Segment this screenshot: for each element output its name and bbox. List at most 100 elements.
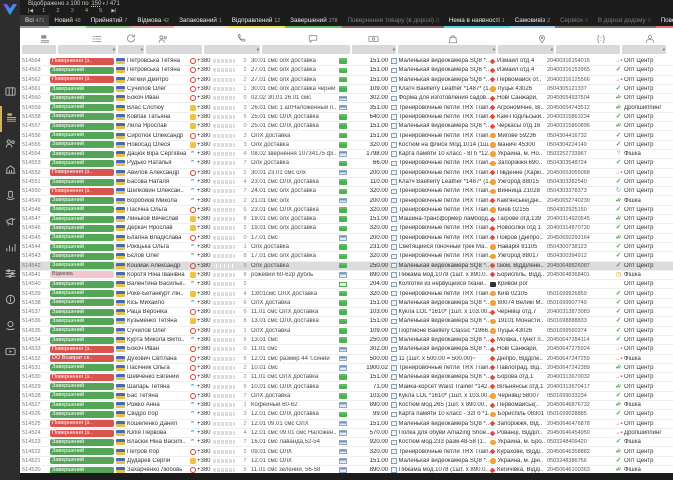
tab-3[interactable]: Прийнятий 7 [85,15,133,28]
tab-6[interactable]: Відправлений 12 [226,15,286,28]
table-row[interactable]: 514527 Завершений Рожко Анна * +380 1 Кофейный… [20,401,673,411]
sidebar-item-company[interactable] [0,158,20,184]
tab-9[interactable]: Нема в наявності 1 [443,15,510,28]
table-row[interactable]: 514546 Завершений Деркач Ярослав +380 2 19.01… [20,224,673,234]
table-row[interactable]: 514544 Завершений Рокіцька Ольга * +380 1 Олх … [20,243,673,253]
filter-input-delivery[interactable]: ▾ [498,45,554,54]
card-payment-icon [338,132,347,139]
table-row[interactable]: 514551 Завершений Басова Наталя * +380 4 23.01… [20,178,673,188]
tab-8[interactable]: Повернення товару (в дорозі) 0 [342,15,444,28]
filter-input-source[interactable]: ▾ [58,45,116,54]
client-name: Басова Наталя [127,179,170,185]
tab-1[interactable]: Всі 471 [20,15,50,28]
page-size-dropdown[interactable]: 150 [91,1,101,7]
table-row[interactable]: 514552 Повернення (з.. Авилов Александр +38… [20,169,673,178]
sidebar-item-finance[interactable] [0,314,20,340]
page-number-2[interactable]: 2 [56,8,59,15]
table-row[interactable]: 514557 Завершений Лила Ярослав +380 0 25.01 с… [20,122,673,132]
filter-dropdown-icon: ▾ [140,47,143,52]
table-row[interactable]: 514537 Завершений Раца Вероніка +380 6 11.01 … [20,308,673,318]
table-row[interactable]: 514535 Завершений Сучилов Олег +380 1 ОЛХ дос… [20,327,673,336]
filter-input-products[interactable]: ▾ [398,45,496,54]
table-row[interactable]: 514562 Повернення (з.. Легкий Дмитро +380 2 2… [20,76,673,85]
table-row[interactable]: 514536 Завершений Кузьменко Тетяна +380 8 13.… [20,317,673,327]
product-cell: Маленькая видеокамера SQ8 *.. [391,458,490,464]
table-row[interactable]: 514558 Завершений Ковпак Татьяна +380 5 25.01… [20,113,673,123]
sidebar-item-clients[interactable] [0,132,20,158]
page-number-5[interactable]: 5 [99,8,102,15]
table-row[interactable]: 514538 Завершений Кісь Михайло * +380 6 ОЛХ до… [20,299,673,309]
table-row[interactable]: 514559 Завершений Влас Слотюу +380 3 26.01 см… [20,103,673,113]
sidebar-item-orders[interactable] [0,106,20,132]
sidebar-item-marketing[interactable] [0,210,20,236]
tab-12[interactable]: В дорозі додому 0 [592,15,656,28]
table-row[interactable]: 514524 Повернення (з.. Юлія Первова * +380 4 1… [20,429,673,439]
table-row[interactable]: 514555 Завершений Новосад Олеся +380 3 Олх до… [20,141,673,150]
table-row[interactable]: 514529 Завершений Шапарь Тетяна * +380 9 10.01… [20,382,673,392]
delivery-cell: Ужгород 88017 [490,253,547,259]
table-row[interactable]: 514530 Повернення (з.. Шевченко Евгений +38… [20,373,673,383]
table-row[interactable]: 514533 Повернення (з.. Бокоч Иван +380 0 11.0… [20,345,673,355]
table-row[interactable]: 514523 Завершений Власюк Ніна Василі.. * +38… [20,438,673,448]
table-row[interactable]: 514532 DO Возврат ск.. Духович Світлана +38… [20,355,673,364]
table-row[interactable]: 514528 Завершений Бас Тетяна +380 7 ОЛХ доста… [20,392,673,401]
table-row[interactable]: 514525 Повернення (з.. Кошеленко Данил * +38… [20,420,673,429]
product-cell: Тренировочные петли TRX Train.. [391,170,490,176]
sidebar-item-dashboard[interactable] [0,80,20,106]
table-row[interactable]: 514540 Завершений Валентина Василье.. * +380… [20,280,673,290]
phone-prefix: +380 [197,141,211,148]
table-row[interactable]: 514541 Відмова Коротя Ніна Іванівна +380 8 ро… [20,271,673,281]
table-row[interactable]: 514539 Завершений Роке-Бетанкурт Лін.. +380… [20,289,673,299]
table-row[interactable]: 514548 Завершений Пасічна Ольга +380 6 23.01 … [20,206,673,216]
table-row[interactable]: 514560 Завершений Бокоч Иван +380 0 02.02 30.… [20,94,673,104]
table-row[interactable]: 514543 Завершений Бєлов Олег * +380 8 17.01 см… [20,252,673,262]
page-number-1[interactable]: 1 [42,8,45,15]
sidebar-item-statistics[interactable] [0,236,20,262]
page-number-3[interactable]: 3 [71,8,74,15]
table-row[interactable]: 514545 Завершений Благіна Владіслава +380 0 1… [20,234,673,243]
tab-4[interactable]: Відмова 42 [132,15,175,28]
filter-input-state[interactable]: ▾ [118,45,144,54]
table-row[interactable]: 514563 Завершений Петровська Тетяна +380 2 27… [20,66,673,76]
table-row[interactable]: 514556 Завершений Сиротюк Олександр +380 3 ОЛ… [20,131,673,141]
filter-input-client[interactable] [146,45,202,54]
manager: Опт Центр [624,58,654,65]
tab-7[interactable]: Завершений 278 [285,15,343,28]
product-cell: Майка-корсет Waist Trainer *142.. [391,384,490,390]
operator-cell: * [188,300,197,306]
last-page-button[interactable]: ▶| [111,8,116,15]
table-row[interactable]: 514564 Повернення (з.. Петровська Тетяна +3… [20,57,673,67]
table-row[interactable]: 514534 Завершений Курта Микола Вікто.. * +38… [20,336,673,346]
table-row[interactable]: 514521 Завершений Дударев Сергій +380 7 12.01… [20,457,673,467]
page-number-4[interactable]: 4 [85,8,88,15]
table-row[interactable]: 514547 Завершений Линьков Вячеслав +380 8 19.… [20,215,673,225]
filter-input-payment[interactable]: ▾ [352,45,396,54]
tab-5[interactable]: Запакований 1 [174,15,227,28]
sidebar-item-settings[interactable] [0,262,20,288]
table-row[interactable]: 514520 Завершений Захарченко Любовь +380 5 11… [20,466,673,473]
table-row[interactable]: 514526 Завершений Свідро Ігор * +380 3 12.01 с… [20,410,673,420]
table-row[interactable]: 514531 Завершений Пасічник Ольга +380 2 10.01… [20,364,673,374]
table-row[interactable]: 514550 Повернення (з.. Шелковин Олексан.. *… [20,187,673,197]
table-row[interactable]: 514549 Завершений Воробйов Микола * +380 2 21.… [20,196,673,206]
sidebar-item-callback[interactable] [0,184,20,210]
first-page-button[interactable]: |◀ [28,8,33,15]
table-row[interactable]: 514522 Завершений Петров Ігор +380 2 09.01 см… [20,447,673,457]
sidebar-item-info[interactable] [0,288,20,314]
tab-13[interactable]: Повернен [655,15,673,28]
filter-input-phone[interactable]: ▾ [204,45,260,54]
filter-input-status[interactable] [22,45,56,54]
table-row[interactable]: 514561 Завершений Сучилов Олег +380 1 30.01 с… [20,85,673,95]
product-name: Маленькая видеокамера SQ8 *.. [398,337,490,344]
table-row[interactable]: 514553 Завершений Рудько Наталья * +380 7 Олх … [20,159,673,169]
table-row[interactable]: 514554 Завершений Дацюк Віра Сергіївна * +38… [20,150,673,160]
tab-11[interactable]: Сервіси 0 [554,15,593,28]
ttn-status-cell: →▪ [613,420,624,428]
filter-input-manager[interactable]: ▾ [622,45,666,54]
filter-input-comment[interactable] [262,45,350,54]
table-row[interactable]: 514542 Завершений Кошмак Александр +380 5 Олх… [20,261,673,271]
tab-2[interactable]: Новий 48 [49,15,86,28]
filter-input-ttn[interactable] [556,45,620,54]
tab-10[interactable]: Самовивіз 2 [509,15,555,28]
sidebar-item-tutorials[interactable] [0,340,20,366]
